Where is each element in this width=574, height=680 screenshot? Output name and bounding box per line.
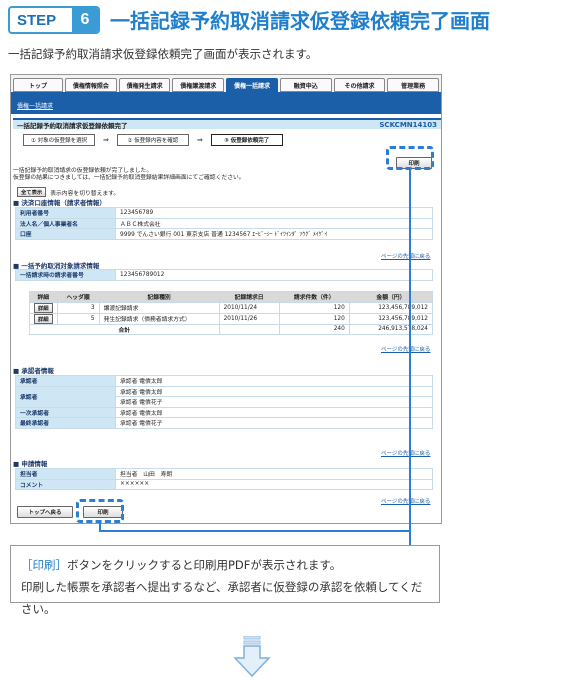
tab-management[interactable]: 管理業務 [387,78,440,92]
tab-claim-issue[interactable]: 債権発生請求 [118,78,171,92]
progress-steps: ① 対象の仮登録を選択 ⇒ ② 仮登録内容を確認 ⇒ ③ 仮登録依頼完了 [23,133,283,147]
tab-bulk-request[interactable]: 債権一括請求 [226,78,278,92]
back-to-top-link[interactable]: ページの先頭に戻る [381,252,430,260]
table-row: 最終承認者 承認者 電債花子 [15,417,433,429]
step-title: 一括記録予約取消請求仮登録依頼完了画面 [110,9,490,33]
progress-step-3: ③ 仮登録依頼完了 [210,134,283,146]
table-row: 一次承認者 承認者 電債太郎 [15,406,433,418]
tab-other-requests[interactable]: その他請求 [333,78,386,92]
screen-title: 一括記録予約取消請求仮登録依頼完了 [17,121,128,130]
screen-code: SCKCMN14103 [379,120,437,129]
print-bottom-highlight [76,499,124,523]
sub-nav: 債権一括請求 [11,92,441,114]
table-total-row: 合計 240 246,913,578,024 [29,323,434,335]
progress-step-2: ② 仮登録内容を確認 [116,134,189,146]
account-table: 利用者番号 123456789 法人名／個人事業者名 ＡＢＣ株式会社 口座 9999 … [15,207,433,240]
print-top-highlight [386,146,434,170]
back-to-top-link[interactable]: ページの先頭に戻る [381,497,430,505]
app-screen: トップ 債権情報照会 債権発生請求 債権譲渡請求 債権一括請求 融資申込 その他… [10,74,442,524]
table-row: 承認者 承認者 電債太郎 [15,375,433,387]
table-row: 詳細 3 譲渡記録請求 2010/11/24 120 123,456,789,0… [29,301,434,314]
application-table: 担当者 担当者 山田 寿朗 コメント ×××××× [15,468,433,490]
target-table: 詳細 ヘッダ順 記録種別 記録請求日 請求件数（件） 金額（円） 詳細 3 譲渡… [29,291,434,335]
completion-message: 一括記録予約取消請求の仮登録依頼が完了しました。 仮登録の結果につきましては、一… [13,168,245,181]
main-tabs: トップ 債権情報照会 債権発生請求 債権譲渡請求 債権一括請求 融資申込 その他… [11,75,441,92]
tab-claim-transfer[interactable]: 債権譲渡請求 [172,78,225,92]
show-all-button[interactable]: 全て表示 [17,187,47,197]
tab-financing[interactable]: 融資申込 [279,78,332,92]
progress-step-1: ① 対象の仮登録を選択 [23,134,95,146]
show-all-text: 表示内容を切り替えます。 [50,190,120,197]
step-badge: STEP 6 [8,6,100,34]
breadcrumb[interactable]: 債権一括請求 [17,101,53,110]
section-application-title: 申請情報 [13,458,47,468]
section-account-title: 決済口座情報（請求者情報） [13,197,106,207]
tab-claim-inquiry[interactable]: 債権情報照会 [65,78,117,92]
bulk-number-table: 一括請求時の請求者番号 123456789012 [15,269,433,281]
screen-title-bar: 一括記録予約取消請求仮登録依頼完了 SCKCMN14103 [13,118,441,130]
step-number: 6 [72,8,98,32]
back-to-top-button[interactable]: トップへ戻る [17,506,73,518]
table-row: 承認者 承認者 電債太郎 [15,385,433,408]
back-to-top-link[interactable]: ページの先頭に戻る [381,345,430,353]
table-row: 法人名／個人事業者名 ＡＢＣ株式会社 [15,217,433,229]
intro-text: 一括記録予約取消請求仮登録依頼完了画面が表示されます。 [8,47,318,61]
section-approver-title: 承認者情報 [13,365,54,375]
table-row: 詳細 5 発生記録請求（債務者請求方式） 2010/11/26 120 123,… [29,312,434,325]
connector-line [99,530,411,532]
callout-box: ［印刷］ボタンをクリックすると印刷用PDFが表示されます。 印刷した帳票を承認者… [10,545,440,616]
callout-line2: 印刷した帳票を承認者へ提出するなど、承認者に仮登録の承認を依頼してください。 [21,580,423,616]
connector-line [409,170,411,545]
table-row: 口座 9999 でんさい銀行 001 東京支店 普通 1234567 ｴｰﾋﾞｰｼ… [15,228,433,240]
arrow-right-icon: ⇒ [196,136,203,144]
back-to-top-link[interactable]: ページの先頭に戻る [381,449,430,457]
table-header-row: 詳細 ヘッダ順 記録種別 記録請求日 請求件数（件） 金額（円） [29,291,434,303]
table-row: コメント ×××××× [15,478,433,490]
table-row: 担当者 担当者 山田 寿朗 [15,468,433,480]
detail-button[interactable]: 詳細 [34,313,53,324]
detail-button[interactable]: 詳細 [34,302,53,313]
arrow-right-icon: ⇒ [103,136,109,144]
table-row: 利用者番号 123456789 [15,207,433,219]
approver-table: 承認者 承認者 電債太郎 承認者 承認者 電債太郎 承認者 電債花子 一次承認者 承認… [15,375,433,429]
callout-line1: ボタンをクリックすると印刷用PDFが表示されます。 [67,558,342,572]
tab-top[interactable]: トップ [13,78,63,92]
callout-highlight: ［印刷］ [21,558,67,572]
table-row: 一括請求時の請求者番号 123456789012 [15,269,433,281]
down-arrow-icon [233,636,271,678]
step-label: STEP [17,11,57,29]
